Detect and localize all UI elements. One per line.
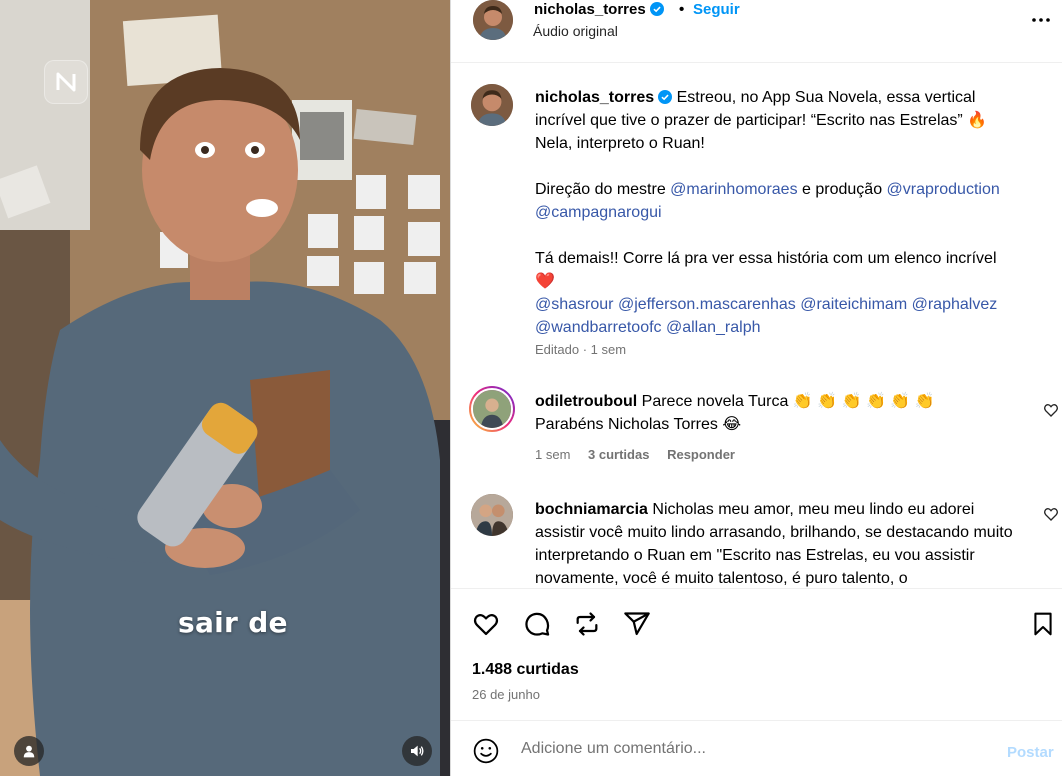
avatar[interactable] xyxy=(473,0,513,40)
username[interactable]: nicholas_torres xyxy=(534,0,664,20)
mention-link[interactable]: @jefferson.mascarenhas xyxy=(618,296,796,313)
mention-link[interactable]: @vraproduction xyxy=(887,181,1000,198)
speaker-icon[interactable] xyxy=(402,736,432,766)
separator-dot: • xyxy=(679,1,685,18)
avatar[interactable] xyxy=(471,84,513,126)
caption-meta: Editado · 1 sem xyxy=(535,342,627,357)
comment-username[interactable]: bochniamarcia xyxy=(535,501,648,518)
video-player[interactable]: sair de xyxy=(0,0,450,776)
send-icon[interactable] xyxy=(621,608,653,640)
comments-list[interactable]: nicholas_torres Estreou, no App Sua Nove… xyxy=(451,64,1062,588)
video-caption: sair de xyxy=(178,606,288,639)
audio-label[interactable]: Áudio original xyxy=(533,23,618,39)
person-icon[interactable] xyxy=(14,736,44,766)
caption-username[interactable]: nicholas_torres xyxy=(535,89,673,106)
heart-icon[interactable] xyxy=(1043,402,1059,418)
bookmark-icon[interactable] xyxy=(1027,608,1059,640)
comment-time: 1 sem xyxy=(535,447,571,462)
likes-count[interactable]: 1.488 curtidas xyxy=(472,661,579,679)
comment-text: odiletrouboul Parece novela Turca 👏 👏 👏 … xyxy=(535,393,935,433)
comment-username[interactable]: odiletrouboul xyxy=(535,393,637,410)
follow-button[interactable]: Seguir xyxy=(693,0,740,20)
heart-icon[interactable] xyxy=(470,608,502,640)
mention-link[interactable]: @allan_ralph xyxy=(666,319,761,336)
verified-badge-icon xyxy=(649,2,664,16)
app-logo-icon xyxy=(44,60,88,104)
comment-likes[interactable]: 3 curtidas xyxy=(588,447,649,462)
mention-link[interactable]: @campagnarogui xyxy=(535,204,662,221)
fire-emoji: 🔥 xyxy=(967,112,988,129)
video-frame xyxy=(0,0,450,776)
mention-link[interactable]: @marinhomoraes xyxy=(670,181,797,198)
comment-meta: 1 sem 3 curtidas Responder xyxy=(535,447,749,462)
action-bar: 1.488 curtidas 26 de junho xyxy=(451,588,1062,720)
post-header: nicholas_torres • Seguir Áudio original xyxy=(451,0,1062,63)
caption-text: nicholas_torres Estreou, no App Sua Nove… xyxy=(535,89,1000,336)
mention-link[interactable]: @raphalvez xyxy=(912,296,998,313)
heart-icon[interactable] xyxy=(1043,506,1059,522)
heart-emoji: ❤️ xyxy=(535,273,555,290)
post-date[interactable]: 26 de junho xyxy=(472,687,540,702)
post-panel: nicholas_torres • Seguir Áudio original … xyxy=(450,0,1062,776)
mention-link[interactable]: @raiteichimam xyxy=(800,296,907,313)
comment-form: Postar xyxy=(451,720,1062,776)
comment-text: bochniamarcia Nicholas meu amor, meu meu… xyxy=(535,501,1013,587)
comment-input[interactable] xyxy=(521,735,991,763)
avatar[interactable] xyxy=(469,386,515,432)
smiley-icon[interactable] xyxy=(473,738,499,764)
mention-link[interactable]: @wandbarretoofc xyxy=(535,319,662,336)
more-options-icon[interactable] xyxy=(1029,10,1053,30)
mention-link[interactable]: @shasrour xyxy=(535,296,614,313)
post-comment-button[interactable]: Postar xyxy=(1007,744,1054,761)
reply-button[interactable]: Responder xyxy=(667,447,735,462)
avatar[interactable] xyxy=(471,494,513,536)
repost-icon[interactable] xyxy=(571,608,603,640)
verified-badge-icon xyxy=(658,90,673,104)
comment-icon[interactable] xyxy=(521,608,553,640)
